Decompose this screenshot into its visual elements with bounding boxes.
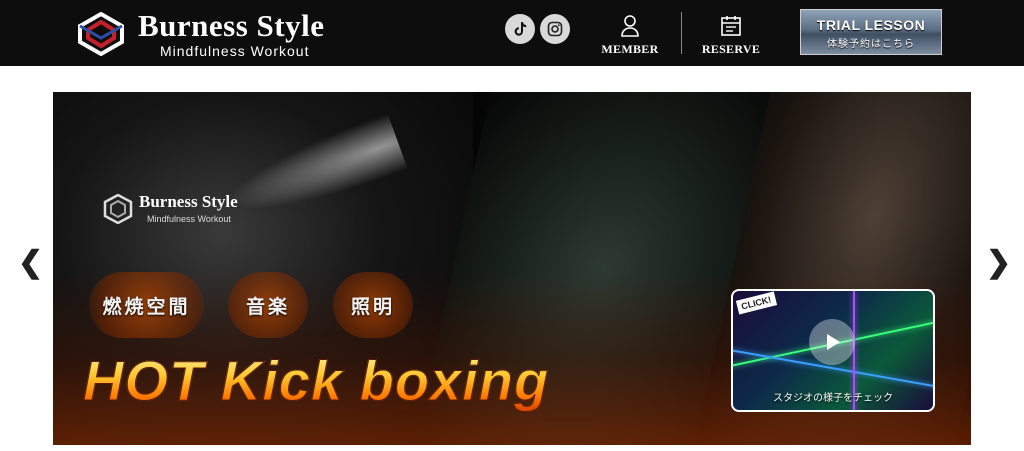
click-tag: CLICK! <box>735 291 777 315</box>
banner-headline: HOT Kick boxing <box>82 349 550 413</box>
user-icon <box>621 15 639 37</box>
instagram-icon <box>547 21 563 37</box>
badge-music: 音楽 <box>228 272 308 338</box>
play-button[interactable] <box>809 319 855 365</box>
nav-member-label: MEMBER <box>601 42 659 56</box>
instagram-link[interactable] <box>540 14 570 44</box>
tiktok-link[interactable] <box>505 14 535 44</box>
banner-logo-subtitle: Mindfulness Workout <box>147 214 231 224</box>
badge-burning-space: 燃焼空間 <box>89 272 204 338</box>
play-icon <box>827 334 840 350</box>
carousel-next-button[interactable]: ❯ <box>986 248 1011 278</box>
banner-logo-title: Burness Style <box>139 192 238 211</box>
logo-title: Burness Style <box>138 8 325 43</box>
nav-reserve[interactable]: RESERVE <box>691 14 771 60</box>
tiktok-icon <box>514 22 527 36</box>
nav-reserve-label: RESERVE <box>701 42 761 56</box>
site-logo[interactable]: Burness Style Mindfulness Workout <box>76 8 346 60</box>
calendar-icon <box>721 16 741 36</box>
logo-mark-icon <box>78 12 124 56</box>
banner-logo: Burness Style Mindfulness Workout <box>103 192 253 232</box>
nav-divider <box>681 12 682 54</box>
site-header: Burness Style Mindfulness Workout MEMBER <box>0 0 1024 66</box>
trial-lesson-subtitle: 体験予約はこちら <box>827 39 915 50</box>
badge-lighting: 照明 <box>333 272 413 338</box>
video-caption: スタジオの様子をチェック <box>773 393 893 404</box>
carousel-prev-button[interactable]: ❮ <box>18 248 43 278</box>
banner-logo-mark-icon <box>103 194 133 224</box>
studio-video-thumbnail[interactable]: CLICK! スタジオの様子をチェック <box>731 289 935 412</box>
nav-member[interactable]: MEMBER <box>590 14 670 60</box>
trial-lesson-title: TRIAL LESSON <box>816 17 926 33</box>
logo-subtitle: Mindfulness Workout <box>160 43 310 59</box>
trial-lesson-button[interactable]: TRIAL LESSON 体験予約はこちら <box>800 9 942 55</box>
hero-banner[interactable]: Burness Style Mindfulness Workout 燃焼空間 音… <box>53 92 971 445</box>
